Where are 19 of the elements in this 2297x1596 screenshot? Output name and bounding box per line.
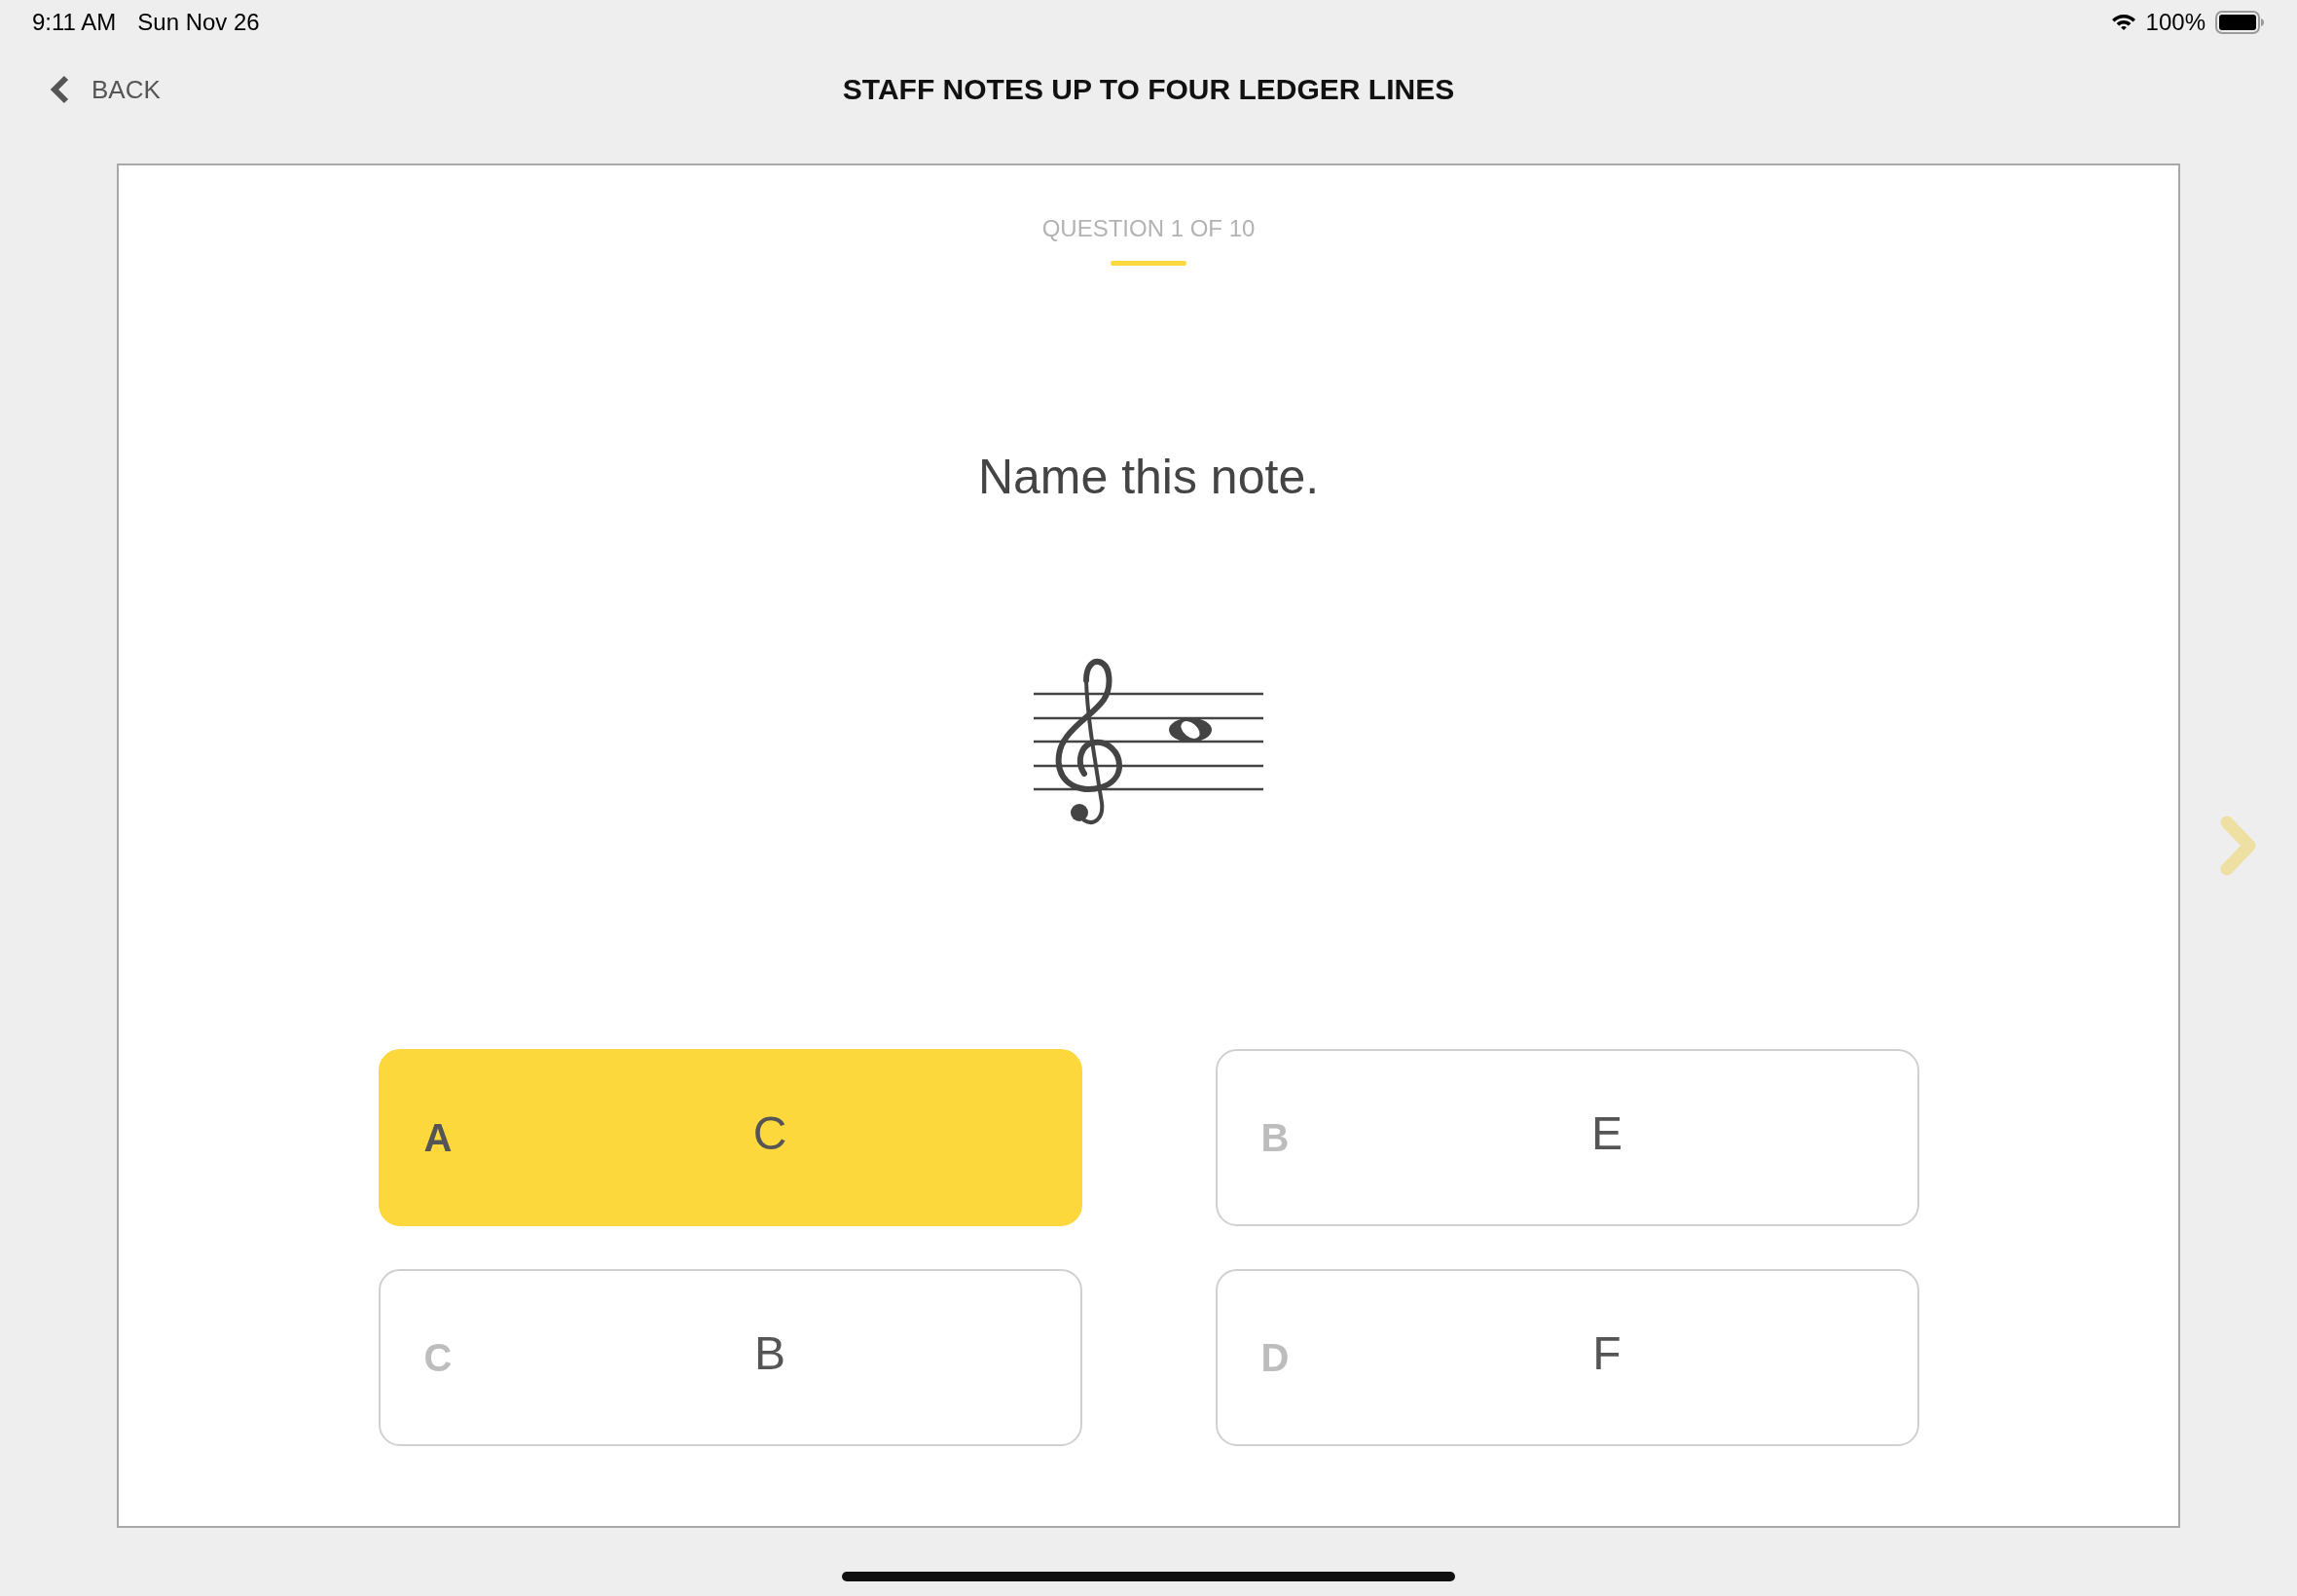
answer-option[interactable]: D F <box>1215 1269 1919 1446</box>
battery-icon <box>2215 11 2264 34</box>
chevron-left-icon <box>49 75 70 104</box>
answer-option[interactable]: C B <box>378 1269 1082 1446</box>
question-counter: QUESTION 1 OF 10 <box>1041 214 1256 243</box>
question-prompt: Name this note. <box>977 449 1320 506</box>
option-letter: A <box>422 1115 454 1160</box>
back-button[interactable]: BACK <box>49 74 161 105</box>
status-time: 9:11 AM <box>32 9 117 36</box>
battery-percentage: 100% <box>2145 9 2206 36</box>
screen-title: STAFF NOTES UP TO FOUR LEDGER LINES <box>842 73 1455 106</box>
wifi-icon <box>2110 13 2136 32</box>
option-letter: B <box>1259 1115 1291 1160</box>
option-letter: D <box>1259 1335 1291 1380</box>
status-date: Sun Nov 26 <box>137 9 260 36</box>
answer-option[interactable]: B E <box>1215 1049 1919 1226</box>
chevron-right-icon <box>2219 815 2258 877</box>
option-letter: C <box>422 1335 454 1380</box>
answer-option[interactable]: A C <box>378 1049 1082 1226</box>
